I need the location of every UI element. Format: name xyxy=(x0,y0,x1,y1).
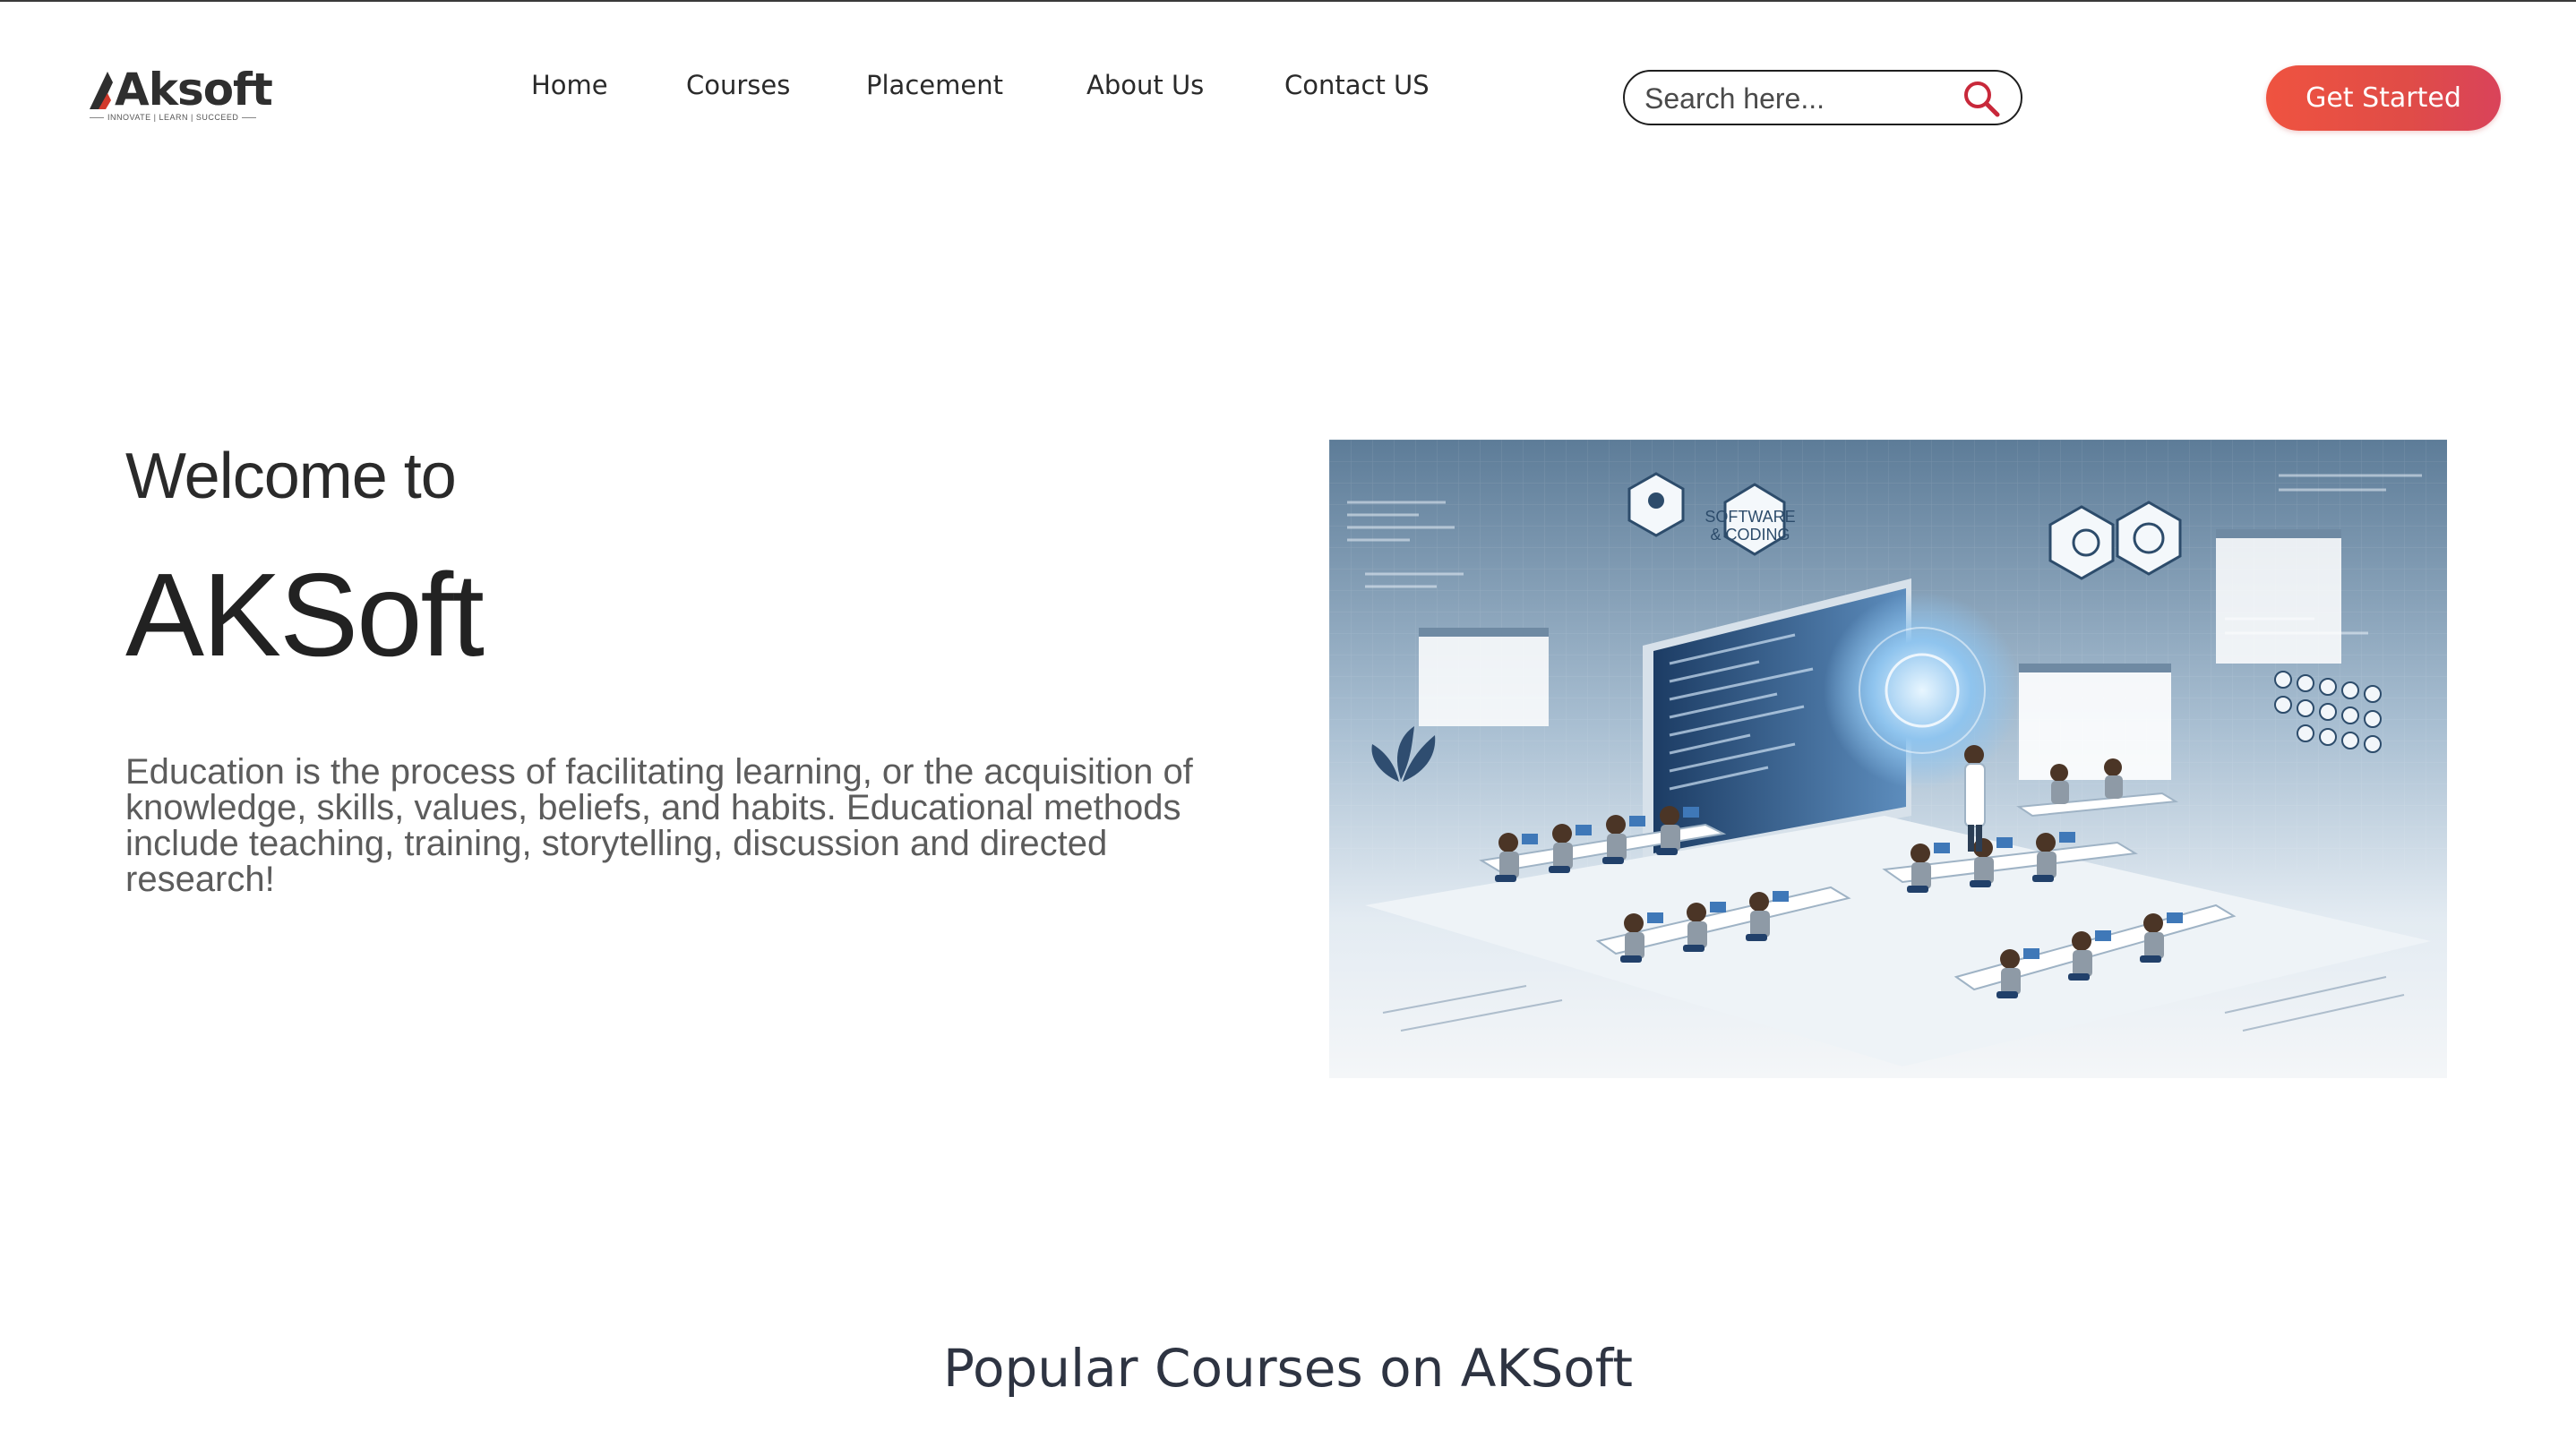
get-started-button[interactable]: Get Started xyxy=(2266,65,2501,131)
search-icon[interactable] xyxy=(1962,79,2001,118)
logo[interactable]: Aksoft INNOVATE | LEARN | SUCCEED xyxy=(86,64,273,127)
search-input[interactable] xyxy=(1643,79,1951,118)
search-box xyxy=(1623,70,2022,125)
nav-contact-us[interactable]: Contact US xyxy=(1284,64,1430,106)
nav-courses[interactable]: Courses xyxy=(686,64,790,106)
hero-pre-title: Welcome to xyxy=(125,441,457,512)
nav-about-us[interactable]: About Us xyxy=(1086,64,1204,106)
illustration-label-1: SOFTWARE xyxy=(1704,508,1795,526)
top-rule xyxy=(0,0,2576,2)
logo-tagline: INNOVATE | LEARN | SUCCEED xyxy=(86,113,256,122)
nav-home[interactable]: Home xyxy=(531,64,608,106)
nav-placement[interactable]: Placement xyxy=(866,64,1003,106)
hero-title: AKSoft xyxy=(125,549,485,681)
hero-illustration: SOFTWARE & CODING xyxy=(1329,440,2447,1078)
logo-wordmark: Aksoft xyxy=(115,64,273,116)
illustration-label-2: & CODING xyxy=(1710,526,1790,544)
hero-description: Education is the process of facilitating… xyxy=(125,752,1193,899)
popular-courses-heading: Popular Courses on AKSoft xyxy=(943,1338,1633,1399)
classroom-illustration-image: SOFTWARE & CODING xyxy=(1329,440,2447,1078)
